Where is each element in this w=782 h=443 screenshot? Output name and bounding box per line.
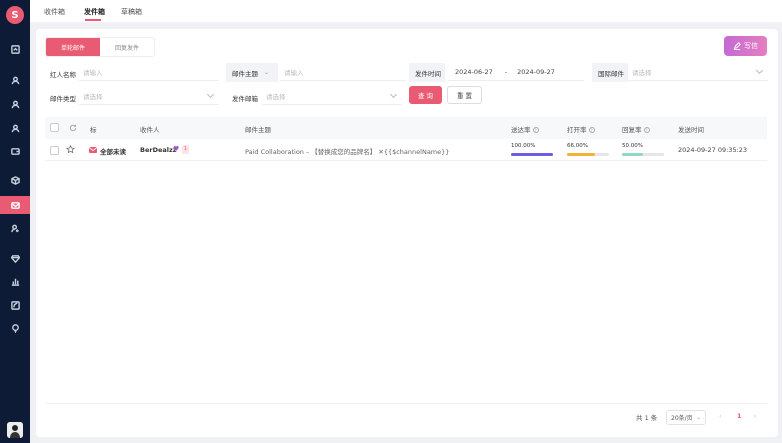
subject-input[interactable]: 请输入 — [280, 63, 406, 81]
th-open: 打开率? — [567, 126, 595, 134]
divider — [45, 403, 767, 404]
user-icon[interactable] — [0, 72, 30, 88]
compose-label: 写信 — [744, 42, 758, 50]
delivery-bar — [511, 153, 553, 156]
date-separator: - — [504, 67, 508, 76]
help-icon[interactable]: ? — [588, 127, 595, 133]
pen-icon — [733, 42, 741, 50]
heart-icon: ♥ — [173, 145, 180, 153]
chevron-down-icon: ⌄ — [695, 414, 701, 421]
date-end[interactable]: 2024-09-27 — [517, 68, 555, 76]
table-row[interactable]: 全部未读 BerDealzz ♥ 1 Paid Collaboration – … — [45, 139, 767, 161]
chart-icon[interactable] — [0, 273, 30, 289]
date-start[interactable]: 2024-06-27 — [455, 68, 493, 76]
app-logo[interactable]: S — [6, 6, 24, 24]
read-status: 全部未读 — [100, 148, 126, 156]
tab-inbox[interactable]: 收件箱 — [44, 7, 65, 17]
intl-mail-select[interactable]: 请选择 — [628, 63, 768, 81]
influencer-input[interactable]: 请输入 — [79, 63, 219, 81]
refresh-icon[interactable] — [69, 124, 77, 132]
help-icon[interactable]: ? — [532, 127, 539, 133]
reply-rate: 50.00% — [622, 143, 643, 149]
th-reply: 回复率? — [622, 126, 650, 134]
user-add-icon[interactable] — [0, 96, 30, 112]
subject-field-select[interactable]: 邮件主题 ⌄ — [226, 63, 278, 82]
mail-mode-switch: 单轮邮件 回复发件 — [45, 37, 155, 57]
user-check-icon[interactable] — [0, 120, 30, 136]
tab-drafts[interactable]: 草稿箱 — [121, 7, 142, 17]
chevron-down-icon: ⌄ — [264, 69, 270, 76]
th-delivery: 送达率? — [511, 126, 539, 134]
th-sent-time: 发送时间 — [678, 126, 704, 134]
seg-single-mail[interactable]: 单轮邮件 — [46, 38, 100, 56]
mail-subject[interactable]: Paid Collaboration – 【替换成您的品牌名】 ✕{{$chan… — [245, 146, 449, 156]
recipient-count-badge: 1 — [182, 145, 189, 154]
main-panel: 单轮邮件 回复发件 写信 红人名称 请输入 邮件主题 ⌄ 请输入 发件时间 202… — [36, 29, 778, 437]
edit-icon[interactable] — [0, 297, 30, 313]
top-tab-bar: 收件箱 发件箱 草稿箱 — [30, 0, 782, 22]
reply-bar — [622, 153, 664, 156]
reset-button[interactable]: 重 置 — [447, 86, 482, 104]
intl-mail-label: 国际邮件 — [592, 63, 628, 82]
compose-button[interactable]: 写信 — [724, 36, 767, 56]
next-page-icon[interactable]: › — [754, 412, 757, 420]
page-size-select[interactable]: 20条/页 ⌄ — [666, 410, 706, 425]
th-recipient: 收件人 — [140, 126, 160, 134]
date-range-picker[interactable]: 2024-06-27 - 2024-09-27 — [448, 63, 584, 81]
help-icon[interactable]: ? — [643, 127, 650, 133]
th-subject: 邮件主题 — [245, 126, 271, 134]
dashboard-icon[interactable] — [0, 41, 30, 57]
send-time-label: 发件时间 — [409, 63, 445, 82]
star-icon[interactable] — [66, 145, 75, 154]
current-page[interactable]: 1 — [737, 412, 742, 420]
delivery-rate: 100.00% — [511, 143, 536, 149]
box-icon[interactable] — [0, 172, 30, 188]
avatar[interactable] — [7, 422, 23, 438]
recipient-name[interactable]: BerDealzz — [140, 146, 177, 154]
diamond-icon[interactable] — [0, 250, 30, 266]
select-all-checkbox[interactable] — [50, 123, 59, 132]
chevron-down-icon — [755, 66, 764, 75]
th-star: 标 — [90, 126, 97, 134]
query-button[interactable]: 查 询 — [409, 86, 442, 104]
chevron-down-icon — [206, 90, 215, 99]
mail-type-label: 邮件类型 — [50, 95, 76, 103]
mail-icon[interactable] — [0, 196, 30, 214]
table-header: 标 收件人 邮件主题 送达率? 打开率? 回复率? 发送时间 — [45, 117, 767, 139]
prev-page-icon[interactable]: ‹ — [719, 412, 722, 420]
chevron-down-icon — [389, 90, 398, 99]
total-count: 共 1 条 — [636, 414, 658, 422]
sender-mailbox-select[interactable]: 请选择 — [262, 87, 402, 105]
sidebar: S — [0, 0, 30, 443]
open-rate: 66.00% — [567, 143, 588, 149]
mail-type-select[interactable]: 请选择 — [79, 87, 219, 105]
active-tab-indicator — [85, 19, 101, 21]
open-bar — [567, 153, 609, 156]
tab-outbox[interactable]: 发件箱 — [84, 7, 105, 17]
sender-mailbox-label: 发件邮箱 — [232, 95, 258, 103]
sent-time: 2024-09-27 09:35:23 — [678, 146, 748, 154]
row-checkbox[interactable] — [50, 146, 59, 155]
mail-status-icon — [89, 147, 97, 153]
user-gear-icon[interactable] — [0, 220, 30, 236]
wallet-icon[interactable] — [0, 143, 30, 159]
influencer-label: 红人名称 — [50, 71, 76, 79]
bulb-icon[interactable] — [0, 320, 30, 336]
seg-reply-mail[interactable]: 回复发件 — [100, 38, 154, 56]
